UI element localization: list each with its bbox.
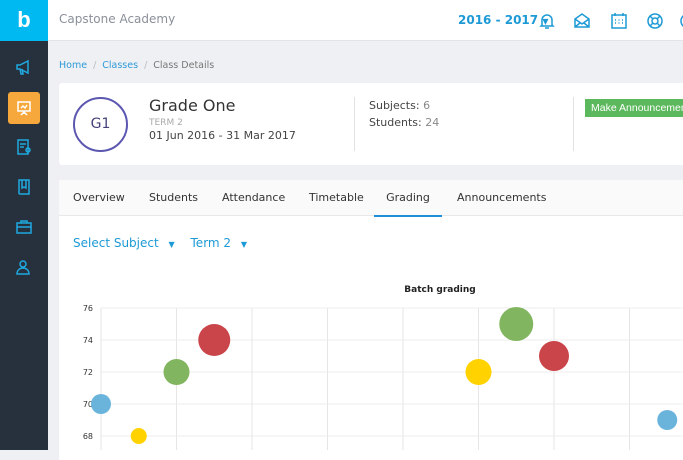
subject-label: Select Subject [73, 236, 159, 250]
bubble-point [657, 410, 678, 430]
bell-icon[interactable] [537, 11, 557, 31]
sidebar: b [0, 0, 48, 450]
term-label: Term 2 [190, 236, 232, 250]
bubble-point [163, 359, 190, 385]
class-name: Grade One [149, 96, 236, 115]
users-icon [16, 260, 30, 275]
subjects-stat: Subjects: 6 [369, 99, 430, 112]
sidebar-item-reports[interactable] [8, 131, 40, 163]
batch-grading-chart: Batch grading 7674727068 [83, 285, 683, 450]
caret-down-icon: ▼ [240, 240, 248, 249]
term-dropdown[interactable]: Term 2 ▼ [191, 236, 254, 250]
sidebar-item-classes[interactable] [8, 92, 40, 124]
breadcrumb: Home / Classes / Class Details [59, 60, 214, 71]
tab-attendance[interactable]: Attendance [222, 180, 285, 217]
bubble-point [539, 341, 569, 371]
class-dates: 01 Jun 2016 - 31 Mar 2017 [149, 129, 296, 142]
make-announcement-button[interactable]: Make Announcement [585, 99, 683, 117]
megaphone-icon [16, 59, 29, 75]
envelope-icon[interactable] [572, 11, 592, 31]
sidebar-item-jobs[interactable] [8, 211, 40, 243]
tab-announcements[interactable]: Announcements [457, 180, 546, 217]
year-label: 2016 - 2017 [458, 13, 539, 27]
academic-year-dropdown[interactable]: 2016 - 2017 ▼ [458, 13, 548, 27]
bubble-point [130, 428, 147, 444]
tab-overview[interactable]: Overview [73, 180, 125, 217]
breadcrumb-separator: / [144, 60, 148, 71]
y-tick-label: 76 [83, 304, 93, 313]
tab-timetable[interactable]: Timetable [309, 180, 364, 217]
breadcrumb-classes[interactable]: Classes [102, 60, 138, 71]
divider [573, 97, 574, 151]
subjects-count: 6 [423, 99, 431, 112]
tab-students[interactable]: Students [149, 180, 198, 217]
chart-title: Batch grading [404, 285, 475, 295]
students-count: 24 [425, 116, 440, 129]
subjects-label: Subjects: [369, 99, 420, 112]
class-term: TERM 2 [149, 118, 183, 128]
tab-grading[interactable]: Grading [374, 180, 442, 217]
bubble-point [499, 307, 534, 341]
presentation-icon [17, 101, 31, 116]
class-summary-card: G1 Grade One TERM 2 01 Jun 2016 - 31 Mar… [59, 83, 683, 165]
sidebar-item-library[interactable] [8, 171, 40, 203]
select-subject-dropdown[interactable]: Select Subject ▼ [73, 236, 181, 250]
grading-filters: Select Subject ▼ Term 2 ▼ [73, 236, 259, 250]
school-name: Capstone Academy [59, 12, 176, 26]
breadcrumb-separator: / [93, 60, 97, 71]
y-tick-label: 72 [83, 368, 93, 377]
y-tick-label: 74 [83, 336, 93, 345]
logo[interactable]: b [0, 0, 48, 41]
caret-down-icon: ▼ [168, 240, 175, 249]
user-icon[interactable] [678, 11, 683, 31]
y-tick-label: 68 [83, 432, 93, 441]
class-avatar: G1 [73, 97, 128, 152]
bubble-point [91, 394, 111, 414]
sidebar-item-announcements[interactable] [8, 51, 40, 83]
report-card-icon [17, 139, 31, 155]
briefcase-icon [16, 220, 32, 234]
calendar-icon[interactable] [609, 11, 629, 31]
top-header: Capstone Academy 2016 - 2017 ▼ [48, 0, 683, 41]
breadcrumb-current: Class Details [153, 60, 215, 71]
book-icon [18, 179, 30, 195]
lifebuoy-icon[interactable] [645, 11, 665, 31]
breadcrumb-home[interactable]: Home [59, 60, 87, 71]
bubble-point [465, 359, 492, 385]
divider [354, 97, 355, 151]
students-label: Students: [369, 116, 422, 129]
bubble-point [198, 324, 231, 356]
students-stat: Students: 24 [369, 116, 439, 129]
tab-bar: Overview Students Attendance Timetable G… [59, 180, 683, 217]
sidebar-item-users[interactable] [8, 251, 40, 283]
